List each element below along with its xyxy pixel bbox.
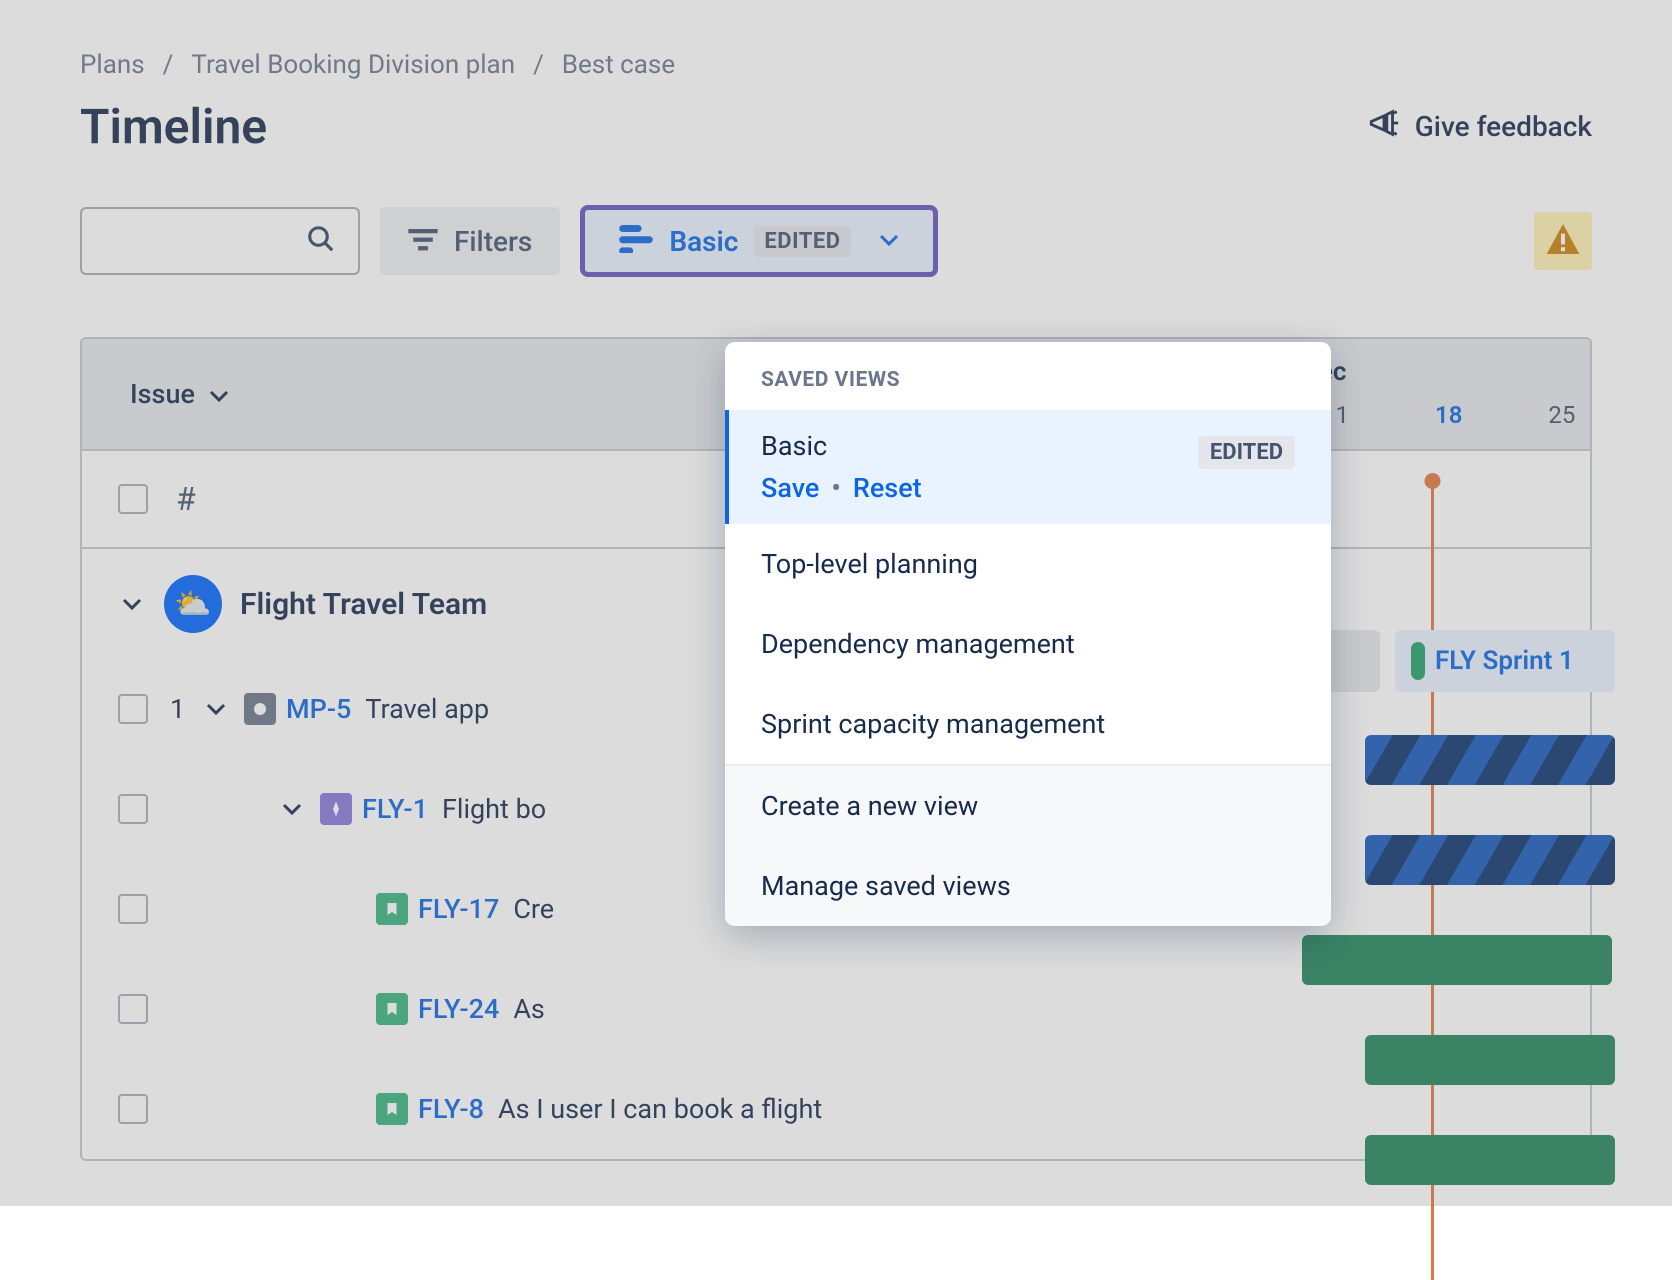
chevron-down-icon bbox=[209, 378, 229, 410]
story-icon bbox=[376, 1093, 408, 1125]
warning-badge[interactable] bbox=[1534, 212, 1592, 270]
chevron-down-icon bbox=[867, 232, 899, 251]
gantt-bar[interactable] bbox=[1365, 1135, 1615, 1185]
hash-label: # bbox=[176, 480, 196, 518]
edited-badge: EDITED bbox=[1198, 436, 1295, 469]
story-icon bbox=[376, 993, 408, 1025]
breadcrumb-sep: / bbox=[533, 50, 544, 80]
sprint-pill[interactable]: FLY Sprint 1 bbox=[1395, 630, 1615, 692]
today-marker bbox=[1425, 473, 1441, 489]
issue-key[interactable]: FLY-8 bbox=[418, 1093, 484, 1125]
search-icon bbox=[306, 224, 336, 258]
sprint-label: FLY Sprint 1 bbox=[1435, 646, 1574, 676]
day-labels: 11 18 25 bbox=[1322, 401, 1575, 429]
story-icon bbox=[376, 893, 408, 925]
filters-button[interactable]: Filters bbox=[380, 207, 560, 275]
issue-header-label: Issue bbox=[130, 378, 195, 410]
dropdown-item[interactable]: Top-level planning bbox=[725, 524, 1331, 604]
view-selector-button[interactable]: Basic EDITED bbox=[580, 205, 937, 277]
dropdown-item[interactable]: Sprint capacity management bbox=[725, 684, 1331, 764]
gantt-bar[interactable] bbox=[1365, 1035, 1615, 1085]
row-checkbox[interactable] bbox=[118, 1094, 148, 1124]
save-view-link[interactable]: Save bbox=[761, 472, 819, 504]
breadcrumb: Plans / Travel Booking Division plan / B… bbox=[80, 50, 1592, 80]
manage-views-item[interactable]: Manage saved views bbox=[725, 846, 1331, 926]
issue-title: Travel app bbox=[365, 693, 489, 725]
gantt-bar[interactable] bbox=[1365, 835, 1615, 885]
issue-row: FLY-8 As I user I can book a flight bbox=[82, 1059, 1590, 1159]
issue-column-header[interactable]: Issue bbox=[82, 378, 229, 410]
issue-title: Cre bbox=[513, 893, 554, 925]
row-checkbox[interactable] bbox=[118, 794, 148, 824]
team-name: Flight Travel Team bbox=[240, 587, 487, 622]
breadcrumb-plans[interactable]: Plans bbox=[80, 50, 145, 80]
issue-key[interactable]: FLY-17 bbox=[418, 893, 499, 925]
active-view-title: Basic bbox=[761, 430, 922, 462]
breadcrumb-sep: / bbox=[163, 50, 174, 80]
row-number: 1 bbox=[170, 693, 188, 725]
dropdown-item[interactable]: Dependency management bbox=[725, 604, 1331, 684]
pill-dot bbox=[1411, 642, 1425, 680]
row-checkbox[interactable] bbox=[118, 994, 148, 1024]
saved-views-dropdown: SAVED VIEWS Basic Save • Reset EDITED To… bbox=[725, 342, 1331, 926]
issue-key[interactable]: MP-5 bbox=[286, 693, 351, 725]
dropdown-active-item[interactable]: Basic Save • Reset EDITED bbox=[725, 410, 1331, 524]
warning-icon bbox=[1546, 224, 1580, 258]
select-all-checkbox[interactable] bbox=[118, 484, 148, 514]
initiative-icon bbox=[244, 693, 276, 725]
gantt-bar[interactable] bbox=[1365, 735, 1615, 785]
view-icon bbox=[619, 225, 653, 257]
day-18: 18 bbox=[1435, 401, 1462, 429]
breadcrumb-scenario[interactable]: Best case bbox=[562, 50, 675, 80]
reset-view-link[interactable]: Reset bbox=[853, 472, 922, 504]
give-feedback-button[interactable]: Give feedback bbox=[1367, 106, 1592, 147]
filters-label: Filters bbox=[454, 225, 532, 258]
epic-icon bbox=[320, 793, 352, 825]
dot-sep: • bbox=[831, 472, 840, 504]
row-checkbox[interactable] bbox=[118, 894, 148, 924]
issue-key[interactable]: FLY-1 bbox=[362, 793, 428, 825]
team-avatar: ⛅ bbox=[164, 575, 222, 633]
breadcrumb-plan[interactable]: Travel Booking Division plan bbox=[191, 50, 515, 80]
expand-issue[interactable] bbox=[202, 702, 230, 716]
expand-team[interactable] bbox=[118, 597, 146, 611]
view-label: Basic bbox=[669, 225, 738, 258]
page-title: Timeline bbox=[80, 98, 267, 155]
search-input[interactable] bbox=[80, 207, 360, 275]
expand-issue[interactable] bbox=[278, 802, 306, 816]
filter-icon bbox=[408, 225, 438, 258]
issue-key[interactable]: FLY-24 bbox=[418, 993, 499, 1025]
megaphone-icon bbox=[1367, 106, 1401, 147]
day-25: 25 bbox=[1548, 401, 1575, 429]
dropdown-header: SAVED VIEWS bbox=[725, 342, 1331, 410]
row-checkbox[interactable] bbox=[118, 694, 148, 724]
edited-badge: EDITED bbox=[754, 226, 850, 257]
feedback-label: Give feedback bbox=[1415, 110, 1592, 143]
issue-title: As bbox=[513, 993, 545, 1025]
issue-title: As I user I can book a flight bbox=[498, 1093, 822, 1125]
issue-title: Flight bo bbox=[442, 793, 546, 825]
create-view-item[interactable]: Create a new view bbox=[725, 764, 1331, 846]
gantt-bar[interactable] bbox=[1302, 935, 1612, 985]
